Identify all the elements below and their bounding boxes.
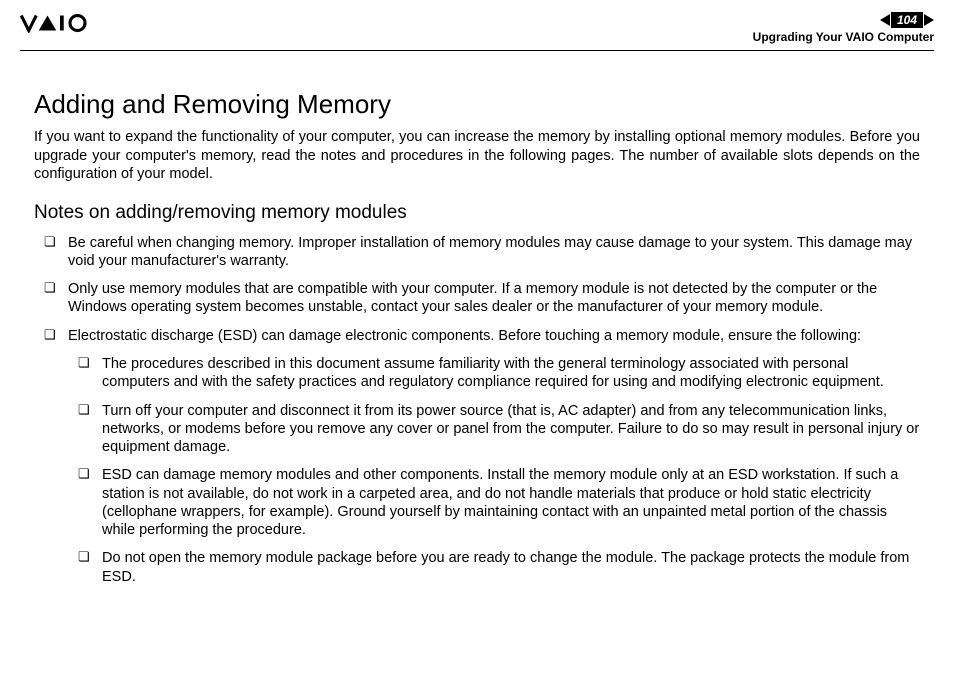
list-item: Only use memory modules that are compati… <box>34 280 920 317</box>
list-item: Electrostatic discharge (ESD) can damage… <box>34 327 920 586</box>
page-number: 104 <box>891 12 923 28</box>
list-item: The procedures described in this documen… <box>68 355 920 392</box>
next-page-icon[interactable] <box>924 14 934 26</box>
heading-main: Adding and Removing Memory <box>34 89 920 120</box>
vaio-logo <box>20 12 120 34</box>
prev-page-icon[interactable] <box>880 14 890 26</box>
section-title: Upgrading Your VAIO Computer <box>753 30 934 44</box>
header-right: 104 Upgrading Your VAIO Computer <box>753 12 934 44</box>
notes-list: Be careful when changing memory. Imprope… <box>34 234 920 586</box>
intro-paragraph: If you want to expand the functionality … <box>34 128 920 184</box>
list-item-text: Electrostatic discharge (ESD) can damage… <box>68 328 861 344</box>
page-header: 104 Upgrading Your VAIO Computer <box>20 12 934 51</box>
heading-sub: Notes on adding/removing memory modules <box>34 202 920 224</box>
page-nav: 104 <box>753 12 934 28</box>
list-item: ESD can damage memory modules and other … <box>68 466 920 539</box>
sub-notes-list: The procedures described in this documen… <box>68 355 920 586</box>
page-content: Adding and Removing Memory If you want t… <box>20 89 934 586</box>
list-item: Be careful when changing memory. Imprope… <box>34 234 920 271</box>
list-item: Turn off your computer and disconnect it… <box>68 402 920 457</box>
list-item: Do not open the memory module package be… <box>68 549 920 586</box>
